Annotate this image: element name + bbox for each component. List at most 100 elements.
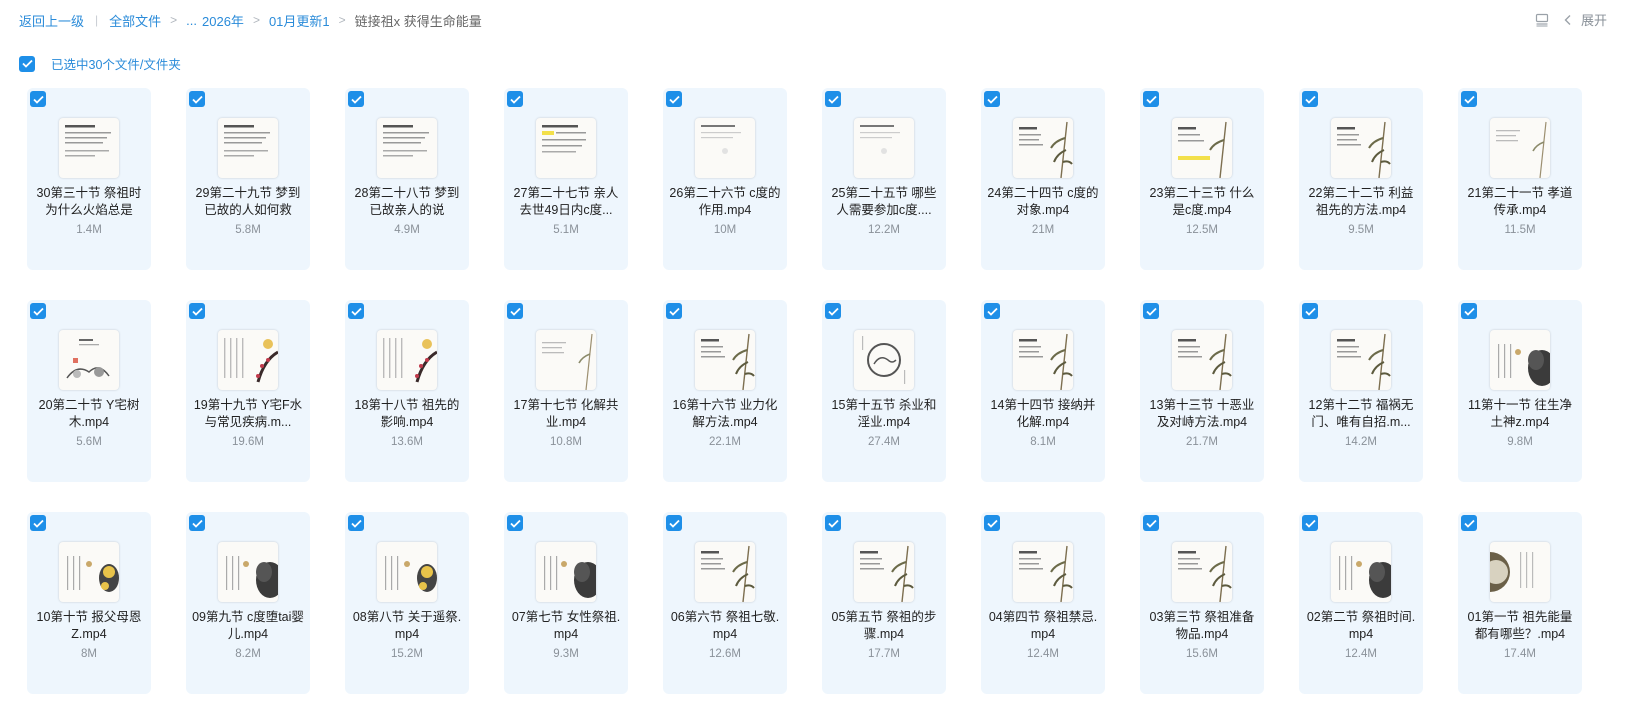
video-thumbnail[interactable] [377, 330, 437, 390]
file-checkbox[interactable] [1461, 91, 1477, 107]
expand-button[interactable]: 展开 [1563, 10, 1607, 29]
select-all-checkbox[interactable] [19, 55, 35, 72]
video-thumbnail[interactable] [1331, 118, 1391, 178]
file-checkbox[interactable] [1302, 303, 1318, 319]
file-card[interactable]: 09第九节 c度堕tai婴儿.mp4 8.2M [186, 512, 310, 694]
file-card[interactable]: 28第二十八节 梦到已故亲人的说 4.9M [345, 88, 469, 270]
file-checkbox[interactable] [348, 91, 364, 107]
file-card[interactable]: 25第二十五节 哪些人需要参加c度.... 12.2M [822, 88, 946, 270]
file-checkbox[interactable] [189, 515, 205, 531]
video-thumbnail[interactable] [1013, 542, 1073, 602]
breadcrumb-year[interactable]: 2026年 [202, 11, 244, 30]
breadcrumb-all-files[interactable]: 全部文件 [109, 11, 161, 30]
file-card[interactable]: 04第四节 祭祖禁忌.mp4 12.4M [981, 512, 1105, 694]
file-card[interactable]: 24第二十四节 c度的对象.mp4 21M [981, 88, 1105, 270]
video-thumbnail[interactable] [695, 542, 755, 602]
file-card[interactable]: 12第十二节 福祸无门、唯有自招.m... 14.2M [1299, 300, 1423, 482]
video-thumbnail[interactable] [854, 542, 914, 602]
file-checkbox[interactable] [30, 303, 46, 319]
file-checkbox[interactable] [30, 91, 46, 107]
file-card[interactable]: 20第二十节 Y宅树木.mp4 5.6M [27, 300, 151, 482]
video-thumbnail[interactable] [59, 542, 119, 602]
file-checkbox[interactable] [666, 91, 682, 107]
file-checkbox[interactable] [189, 303, 205, 319]
video-thumbnail[interactable] [854, 330, 914, 390]
file-card[interactable]: 21第二十一节 孝道传承.mp4 11.5M [1458, 88, 1582, 270]
video-thumbnail[interactable] [536, 542, 596, 602]
file-checkbox[interactable] [1143, 303, 1159, 319]
breadcrumb-ellipsis[interactable]: ... [186, 13, 197, 28]
file-card[interactable]: 11第十一节 往生净土神z.mp4 9.8M [1458, 300, 1582, 482]
video-thumbnail[interactable] [1172, 330, 1232, 390]
file-checkbox[interactable] [825, 91, 841, 107]
file-checkbox[interactable] [1461, 515, 1477, 531]
file-card[interactable]: 23第二十三节 什么是c度.mp4 12.5M [1140, 88, 1264, 270]
video-thumbnail[interactable] [695, 118, 755, 178]
video-thumbnail[interactable] [1172, 118, 1232, 178]
file-checkbox[interactable] [507, 91, 523, 107]
file-checkbox[interactable] [348, 303, 364, 319]
file-checkbox[interactable] [825, 515, 841, 531]
file-checkbox[interactable] [189, 91, 205, 107]
file-card[interactable]: 15第十五节 杀业和淫业.mp4 27.4M [822, 300, 946, 482]
video-thumbnail[interactable] [1013, 330, 1073, 390]
file-card[interactable]: 08第八节 关于遥祭.mp4 15.2M [345, 512, 469, 694]
video-thumbnail[interactable] [1490, 542, 1550, 602]
file-card[interactable]: 27第二十七节 亲人去世49日内c度... 5.1M [504, 88, 628, 270]
video-thumbnail[interactable] [695, 330, 755, 390]
file-checkbox[interactable] [666, 303, 682, 319]
video-thumbnail[interactable] [59, 118, 119, 178]
video-thumbnail[interactable] [218, 118, 278, 178]
file-card[interactable]: 16第十六节 业力化解方法.mp4 22.1M [663, 300, 787, 482]
video-thumbnail[interactable] [1331, 542, 1391, 602]
video-thumbnail[interactable] [1490, 330, 1550, 390]
file-card[interactable]: 19第十九节 Y宅F水与常见疾病.m... 19.6M [186, 300, 310, 482]
file-checkbox[interactable] [984, 91, 1000, 107]
file-checkbox[interactable] [1302, 91, 1318, 107]
file-checkbox[interactable] [507, 303, 523, 319]
breadcrumb-month[interactable]: 01月更新1 [269, 11, 330, 30]
file-card[interactable]: 14第十四节 接纳并化解.mp4 8.1M [981, 300, 1105, 482]
back-link[interactable]: 返回上一级 [19, 11, 84, 30]
file-card[interactable]: 30第三十节 祭祖时为什么火焰总是 1.4M [27, 88, 151, 270]
video-thumbnail[interactable] [536, 330, 596, 390]
file-checkbox[interactable] [825, 303, 841, 319]
video-thumbnail[interactable] [536, 118, 596, 178]
file-card[interactable]: 02第二节 祭祖时间.mp4 12.4M [1299, 512, 1423, 694]
file-checkbox[interactable] [30, 515, 46, 531]
file-card[interactable]: 18第十八节 祖先的影响.mp4 13.6M [345, 300, 469, 482]
video-thumbnail[interactable] [377, 542, 437, 602]
video-thumbnail[interactable] [1331, 330, 1391, 390]
file-checkbox[interactable] [348, 515, 364, 531]
file-card[interactable]: 17第十七节 化解共业.mp4 10.8M [504, 300, 628, 482]
video-thumbnail[interactable] [59, 330, 119, 390]
file-checkbox[interactable] [666, 515, 682, 531]
video-thumbnail[interactable] [1013, 118, 1073, 178]
file-checkbox[interactable] [984, 303, 1000, 319]
file-checkbox[interactable] [507, 515, 523, 531]
video-thumbnail[interactable] [854, 118, 914, 178]
video-thumbnail[interactable] [218, 330, 278, 390]
file-card[interactable]: 29第二十九节 梦到已故的人如何救 5.8M [186, 88, 310, 270]
file-checkbox[interactable] [1302, 515, 1318, 531]
file-card[interactable]: 05第五节 祭祖的步骤.mp4 17.7M [822, 512, 946, 694]
file-card[interactable]: 10第十节 报父母恩Z.mp4 8M [27, 512, 151, 694]
video-thumbnail[interactable] [1172, 542, 1232, 602]
chevron-right-icon: > [252, 13, 260, 27]
file-checkbox[interactable] [1143, 515, 1159, 531]
file-checkbox[interactable] [1143, 91, 1159, 107]
video-thumbnail[interactable] [377, 118, 437, 178]
checkmark-icon [986, 307, 998, 316]
file-card[interactable]: 22第二十二节 利益祖先的方法.mp4 9.5M [1299, 88, 1423, 270]
file-checkbox[interactable] [1461, 303, 1477, 319]
file-card[interactable]: 07第七节 女性祭祖.mp4 9.3M [504, 512, 628, 694]
file-card[interactable]: 26第二十六节 c度的作用.mp4 10M [663, 88, 787, 270]
file-card[interactable]: 03第三节 祭祖准备物品.mp4 15.6M [1140, 512, 1264, 694]
video-thumbnail[interactable] [1490, 118, 1550, 178]
video-thumbnail[interactable] [218, 542, 278, 602]
file-card[interactable]: 06第六节 祭祖七敬.mp4 12.6M [663, 512, 787, 694]
file-checkbox[interactable] [984, 515, 1000, 531]
file-card[interactable]: 13第十三节 十恶业及对峙方法.mp4 21.7M [1140, 300, 1264, 482]
file-card[interactable]: 01第一节 祖先能量都有哪些？.mp4 17.4M [1458, 512, 1582, 694]
view-mode-icon[interactable] [1535, 13, 1549, 27]
